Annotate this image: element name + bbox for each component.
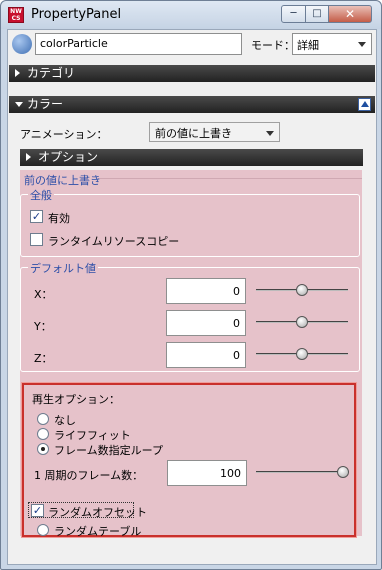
mode-label: モード： xyxy=(251,39,295,52)
animation-label: アニメーション： xyxy=(20,128,108,141)
radio-none[interactable] xyxy=(37,413,49,425)
collapse-arrow-icon xyxy=(15,102,23,107)
frames-per-cycle-label: 1 周期のフレーム数： xyxy=(34,469,144,482)
chevron-down-icon xyxy=(266,131,274,136)
section-color[interactable]: カラー xyxy=(9,96,375,113)
mode-dropdown[interactable]: 詳細 xyxy=(292,33,372,55)
object-name-field[interactable]: colorParticle xyxy=(35,33,242,55)
minimize-button[interactable]: ─ xyxy=(281,5,306,23)
y-value-field[interactable]: 0 xyxy=(166,310,246,336)
radio-none-label: なし xyxy=(54,414,76,427)
random-offset-label: ランダムオフセット xyxy=(48,506,147,519)
group-defaults-label: デフォルト値 xyxy=(28,260,98,276)
x-label: X： xyxy=(34,288,53,301)
property-panel-window: NW CS PropertyPanel ─ □ ✕ colorParticle … xyxy=(0,0,382,570)
animation-dropdown[interactable]: 前の値に上書き xyxy=(149,122,280,142)
playback-options-label: 再生オプション： xyxy=(32,393,120,406)
expand-arrow-icon xyxy=(26,153,31,161)
y-label: Y： xyxy=(34,320,52,333)
enabled-label: 有効 xyxy=(48,212,70,225)
section-category-label: カテゴリ xyxy=(27,66,76,80)
random-table-label: ランダムテーブル xyxy=(54,525,142,538)
chevron-down-icon xyxy=(358,42,366,47)
y-slider-thumb[interactable] xyxy=(296,316,308,328)
title-bar[interactable]: NW CS PropertyPanel ─ □ ✕ xyxy=(1,1,381,29)
section-options-label: オプション xyxy=(38,150,99,164)
radio-frame-loop-label: フレーム数指定ループ xyxy=(54,444,164,457)
frames-slider-track[interactable] xyxy=(256,471,348,473)
section-options[interactable]: オプション xyxy=(20,149,363,166)
panel-client-area: colorParticle モード： 詳細 カテゴリ カラー アニメーション： … xyxy=(7,29,377,565)
frames-slider-thumb[interactable] xyxy=(337,466,349,478)
runtime-copy-checkbox[interactable] xyxy=(30,233,43,246)
z-value-field[interactable]: 0 xyxy=(166,342,246,368)
runtime-copy-label: ランタイムリソースコピー xyxy=(48,235,180,248)
group-general-label: 全般 xyxy=(28,187,54,203)
z-label: Z： xyxy=(34,352,53,365)
section-color-label: カラー xyxy=(27,97,64,111)
x-slider-thumb[interactable] xyxy=(296,284,308,296)
particle-object-icon xyxy=(12,34,32,54)
expand-arrow-icon xyxy=(15,69,20,77)
override-title: 前の値に上書き xyxy=(24,174,101,187)
move-up-icon[interactable] xyxy=(358,98,371,111)
mode-value: 詳細 xyxy=(297,39,319,52)
radio-life-fit[interactable] xyxy=(37,428,49,440)
random-offset-checkbox[interactable]: ✓ xyxy=(31,504,44,517)
frames-per-cycle-field[interactable]: 100 xyxy=(167,460,247,486)
enabled-checkbox[interactable]: ✓ xyxy=(30,210,43,223)
z-slider-thumb[interactable] xyxy=(296,348,308,360)
random-table-radio[interactable] xyxy=(37,524,49,536)
radio-frame-loop[interactable] xyxy=(37,443,49,455)
maximize-button[interactable]: □ xyxy=(305,5,329,23)
radio-life-fit-label: ライフフィット xyxy=(54,429,131,442)
x-value-field[interactable]: 0 xyxy=(166,278,246,304)
app-logo-icon: NW CS xyxy=(8,7,24,23)
section-category[interactable]: カテゴリ xyxy=(9,65,375,82)
animation-value: 前の値に上書き xyxy=(155,127,232,140)
window-title: PropertyPanel xyxy=(31,7,122,22)
close-button[interactable]: ✕ xyxy=(328,5,372,23)
divider xyxy=(100,178,362,179)
